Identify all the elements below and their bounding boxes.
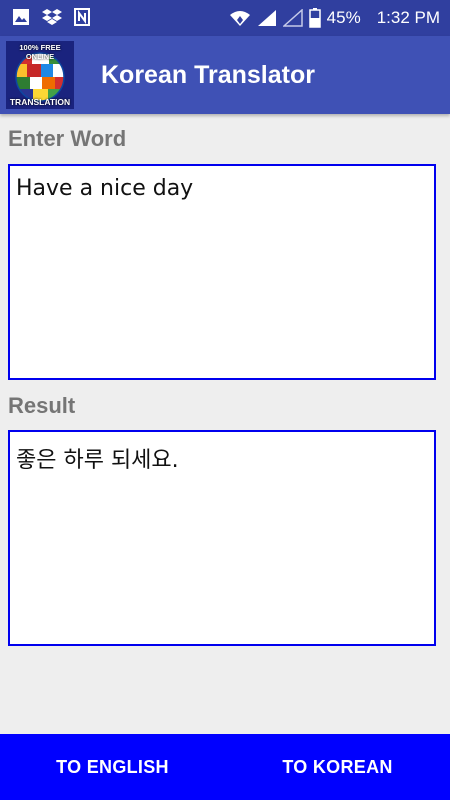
battery-icon (308, 8, 321, 28)
result-label: Result (8, 393, 76, 418)
signal-empty-icon (282, 9, 303, 27)
app-logo: 100% FREE ONLINE TRANSLATION (6, 41, 74, 109)
to-korean-button[interactable]: TO KOREAN (225, 734, 450, 800)
enter-word-label: Enter Word (8, 126, 127, 151)
app-bar: 100% FREE ONLINE TRANSLATION Korean Tran… (0, 36, 450, 114)
dropbox-icon (42, 8, 62, 26)
status-bar: 45% 1:32 PM (0, 0, 450, 36)
status-time: 1:32 PM (376, 8, 440, 27)
status-right-icons: 45% 1:32 PM (229, 0, 440, 36)
to-english-button[interactable]: TO ENGLISH (0, 734, 225, 800)
wifi-icon (229, 9, 251, 27)
notification-n-icon (74, 8, 90, 26)
enter-word-input[interactable]: Have a nice day (8, 164, 436, 380)
logo-top-text: 100% FREE ONLINE (19, 43, 61, 61)
bottom-button-bar: TO ENGLISH TO KOREAN (0, 734, 450, 800)
status-left-icons (12, 8, 90, 26)
image-icon (12, 8, 30, 26)
app-title: Korean Translator (101, 61, 315, 89)
signal-icon (257, 9, 277, 27)
logo-bottom-text: TRANSLATION (9, 97, 71, 107)
battery-percent: 45% (326, 8, 361, 27)
result-output[interactable]: 좋은 하루 되세요. (8, 430, 436, 646)
